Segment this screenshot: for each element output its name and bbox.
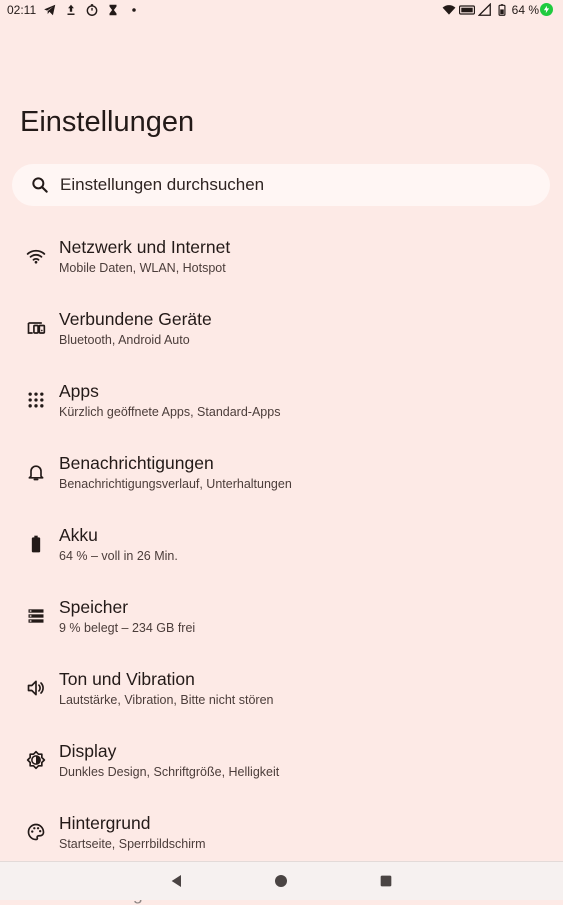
settings-item-title: Display	[59, 741, 117, 761]
recents-icon[interactable]	[377, 872, 395, 890]
settings-item-subtitle: Dunkles Design, Schriftgröße, Helligkeit	[59, 765, 280, 779]
volume-icon	[26, 678, 46, 698]
settings-item-subtitle: Benachrichtigungsverlauf, Unterhaltungen	[59, 477, 292, 491]
settings-item-title: Netzwerk und Internet	[59, 237, 231, 257]
battery-status-icon	[495, 3, 509, 17]
settings-item-notifications[interactable]: Benachrichtigungen Benachrichtigungsverl…	[0, 438, 563, 510]
dot-icon	[127, 3, 141, 17]
settings-item-storage[interactable]: Speicher 9 % belegt – 234 GB frei	[0, 582, 563, 654]
settings-item-subtitle: Kürzlich geöffnete Apps, Standard-Apps	[59, 405, 281, 419]
bell-icon	[26, 462, 46, 482]
storage-icon	[26, 606, 46, 626]
settings-item-title: Speicher	[59, 597, 129, 617]
charging-icon	[540, 3, 553, 16]
settings-item-subtitle: Lautstärke, Vibration, Bitte nicht störe…	[59, 693, 274, 707]
status-time: 02:11	[7, 3, 37, 17]
settings-item-subtitle: 9 % belegt – 234 GB frei	[59, 621, 196, 635]
battery-icon	[26, 534, 46, 554]
volte-icon	[458, 3, 475, 17]
settings-item-subtitle: Startseite, Sperrbildschirm	[59, 837, 206, 851]
settings-item-subtitle: 64 % – voll in 26 Min.	[59, 549, 178, 563]
settings-item-title: Ton und Vibration	[59, 669, 195, 689]
settings-item-title: Akku	[59, 525, 98, 545]
upload-icon	[64, 3, 78, 17]
settings-item-network[interactable]: Netzwerk und Internet Mobile Daten, WLAN…	[0, 222, 563, 294]
settings-item-sound[interactable]: Ton und Vibration Lautstärke, Vibration,…	[0, 654, 563, 726]
devices-icon	[26, 318, 46, 338]
search-icon	[30, 175, 50, 195]
wifi-icon	[26, 246, 46, 266]
search-placeholder: Einstellungen durchsuchen	[60, 175, 265, 194]
hourglass-icon	[106, 3, 120, 17]
settings-item-subtitle: Mobile Daten, WLAN, Hotspot	[59, 261, 226, 275]
search-bar[interactable]: Einstellungen durchsuchen	[12, 164, 550, 206]
settings-list: Netzwerk und Internet Mobile Daten, WLAN…	[0, 222, 563, 870]
palette-icon	[26, 822, 46, 842]
apps-grid-icon	[26, 390, 46, 410]
settings-item-connected-devices[interactable]: Verbundene Geräte Bluetooth, Android Aut…	[0, 294, 563, 366]
timer-icon	[85, 3, 99, 17]
settings-item-title: Apps	[59, 381, 99, 401]
back-icon[interactable]	[168, 872, 186, 890]
settings-item-wallpaper[interactable]: Hintergrund Startseite, Sperrbildschirm	[0, 798, 563, 870]
settings-item-title: Benachrichtigungen	[59, 453, 214, 473]
status-bar: 02:11 64 %	[0, 0, 563, 22]
status-left: 02:11	[7, 3, 141, 17]
telegram-icon	[43, 3, 57, 17]
status-right: 64 %	[442, 3, 539, 17]
settings-item-apps[interactable]: Apps Kürzlich geöffnete Apps, Standard-A…	[0, 366, 563, 438]
settings-item-battery[interactable]: Akku 64 % – voll in 26 Min.	[0, 510, 563, 582]
settings-item-display[interactable]: Display Dunkles Design, Schriftgröße, He…	[0, 726, 563, 798]
navigation-bar	[0, 861, 563, 900]
signal-icon	[477, 3, 492, 17]
wifi-status-icon	[442, 3, 456, 17]
page-title: Einstellungen	[20, 106, 195, 138]
home-icon[interactable]	[272, 872, 290, 890]
settings-item-subtitle: Bluetooth, Android Auto	[59, 333, 190, 347]
brightness-icon	[26, 750, 46, 770]
settings-item-title: Hintergrund	[59, 813, 151, 833]
status-battery-percent: 64 %	[511, 3, 539, 17]
settings-item-title: Verbundene Geräte	[59, 309, 212, 329]
